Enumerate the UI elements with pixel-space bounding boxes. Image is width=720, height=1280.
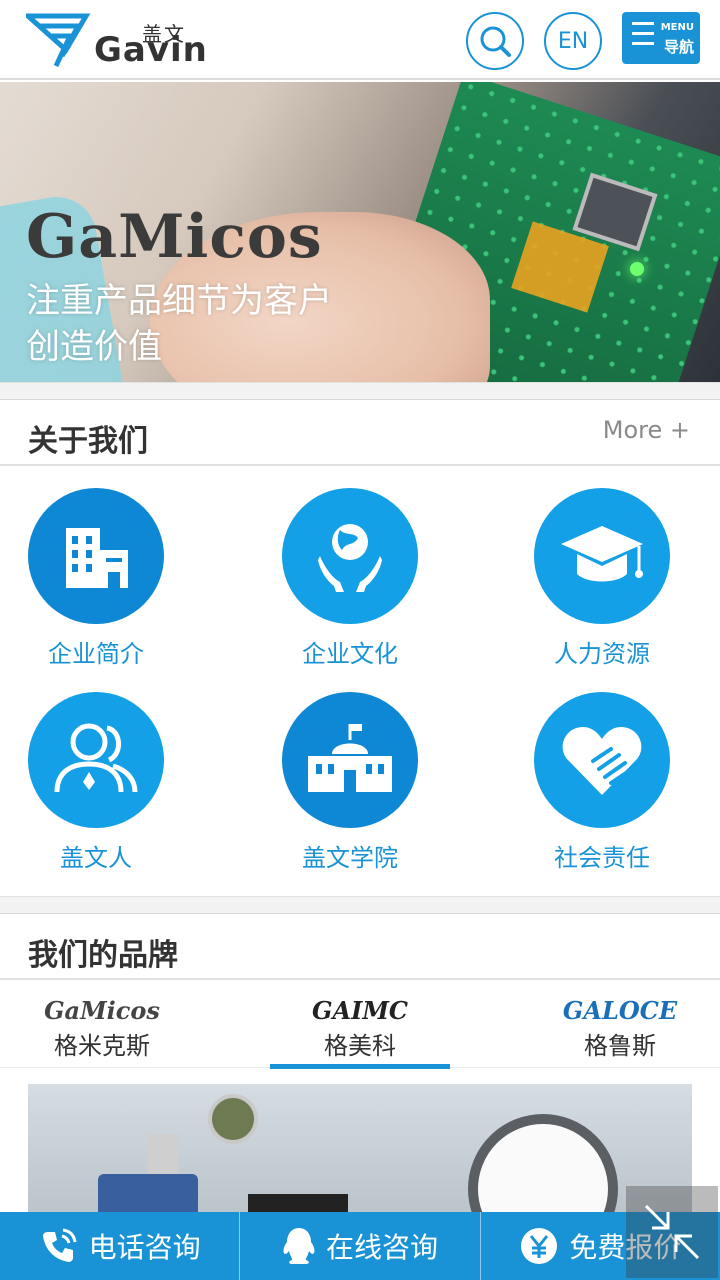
active-tab-indicator	[270, 1064, 450, 1069]
about-item-academy[interactable]: 盖文学院	[254, 670, 494, 872]
page: 盖文 Gavin EN MENU 导航 GaMicos 注重产品细节为客户 创造…	[0, 0, 720, 1280]
about-more-link[interactable]: More +	[603, 416, 690, 444]
menu-icon	[632, 22, 654, 52]
about-item-label: 盖文学院	[302, 844, 398, 872]
logo-mark-icon	[26, 13, 91, 68]
tab-brand-gamicos[interactable]: GaMicos 格米克斯	[0, 982, 222, 1068]
brand-name: 格美科	[324, 1032, 396, 1060]
online-consult-label: 在线咨询	[325, 1231, 438, 1264]
about-item-label: 人力资源	[554, 640, 650, 668]
brand-tabs: GaMicos 格米克斯 GAIMC 格美科 GALOCE 格鲁斯	[0, 982, 720, 1068]
logo-en-text: Gavin	[94, 30, 208, 70]
collapse-arrows-icon	[644, 1204, 700, 1260]
phone-icon	[42, 1228, 77, 1262]
about-grid: 企业简介 企业文化 人力资源 盖文人 盖文学院 社会责任	[0, 466, 720, 894]
about-item-label: 社会责任	[554, 844, 650, 872]
about-title: 关于我们	[28, 424, 148, 459]
bottom-action-bar: 电话咨询 在线咨询 免费报价	[0, 1212, 720, 1280]
about-item-label: 企业简介	[48, 640, 144, 668]
logo[interactable]: 盖文 Gavin	[26, 8, 208, 72]
tab-brand-galoce[interactable]: GALOCE 格鲁斯	[500, 982, 720, 1068]
brand-name: 格米克斯	[54, 1032, 150, 1060]
banner-led-image	[630, 262, 644, 276]
menu-button[interactable]: MENU 导航	[622, 12, 700, 64]
brand-name: 格鲁斯	[584, 1032, 656, 1060]
graduation-cap-icon	[534, 488, 670, 624]
heart-hands-icon	[534, 692, 670, 828]
brands-title: 我们的品牌	[28, 938, 178, 973]
yuan-icon	[521, 1228, 558, 1264]
banner-brand-logo: GaMicos	[26, 202, 323, 272]
brand-logo-gamicos: GaMicos	[44, 996, 160, 1025]
menu-cn-label: 导航	[663, 38, 694, 56]
search-icon	[480, 26, 511, 57]
back-to-top-button[interactable]	[626, 1186, 718, 1278]
brand-logo-gaimc: GAIMC	[311, 996, 408, 1025]
online-consult-button[interactable]: 在线咨询	[240, 1212, 481, 1280]
people-icon	[28, 692, 164, 828]
about-item-label: 盖文人	[60, 844, 132, 872]
brand-product-image[interactable]	[28, 1084, 692, 1224]
pressure-gauge-image	[468, 1114, 618, 1224]
section-separator	[0, 896, 720, 914]
school-icon	[282, 692, 418, 828]
globe-hands-icon	[282, 488, 418, 624]
about-item-gavin-people[interactable]: 盖文人	[0, 670, 240, 872]
search-button[interactable]	[466, 12, 524, 70]
about-item-label: 企业文化	[302, 640, 398, 668]
banner-carousel[interactable]: GaMicos 注重产品细节为客户 创造价值	[0, 82, 720, 382]
banner-slogan-line2: 创造价值	[26, 327, 162, 367]
language-en-button[interactable]: EN	[544, 12, 602, 70]
brand-logo-galoce: GALOCE	[562, 996, 678, 1025]
header: 盖文 Gavin EN MENU 导航	[0, 0, 720, 80]
about-item-company-profile[interactable]: 企业简介	[0, 466, 240, 668]
about-item-culture[interactable]: 企业文化	[254, 466, 494, 668]
building-icon	[28, 488, 164, 624]
phone-consult-label: 电话咨询	[88, 1231, 201, 1264]
about-section-header: 关于我们 More +	[0, 400, 720, 466]
about-item-social-responsibility[interactable]: 社会责任	[506, 670, 720, 872]
tab-brand-gaimc[interactable]: GAIMC 格美科	[240, 982, 480, 1068]
brands-section-header: 我们的品牌	[0, 914, 720, 980]
phone-consult-button[interactable]: 电话咨询	[0, 1212, 241, 1280]
about-item-hr[interactable]: 人力资源	[506, 466, 720, 668]
banner-slogan-line1: 注重产品细节为客户	[26, 281, 332, 321]
sensor-head-image	[208, 1094, 258, 1144]
banner-slogan: 注重产品细节为客户 创造价值	[26, 278, 332, 370]
qq-penguin-icon	[283, 1228, 315, 1264]
section-separator	[0, 382, 720, 400]
menu-en-label: MENU	[660, 22, 694, 33]
